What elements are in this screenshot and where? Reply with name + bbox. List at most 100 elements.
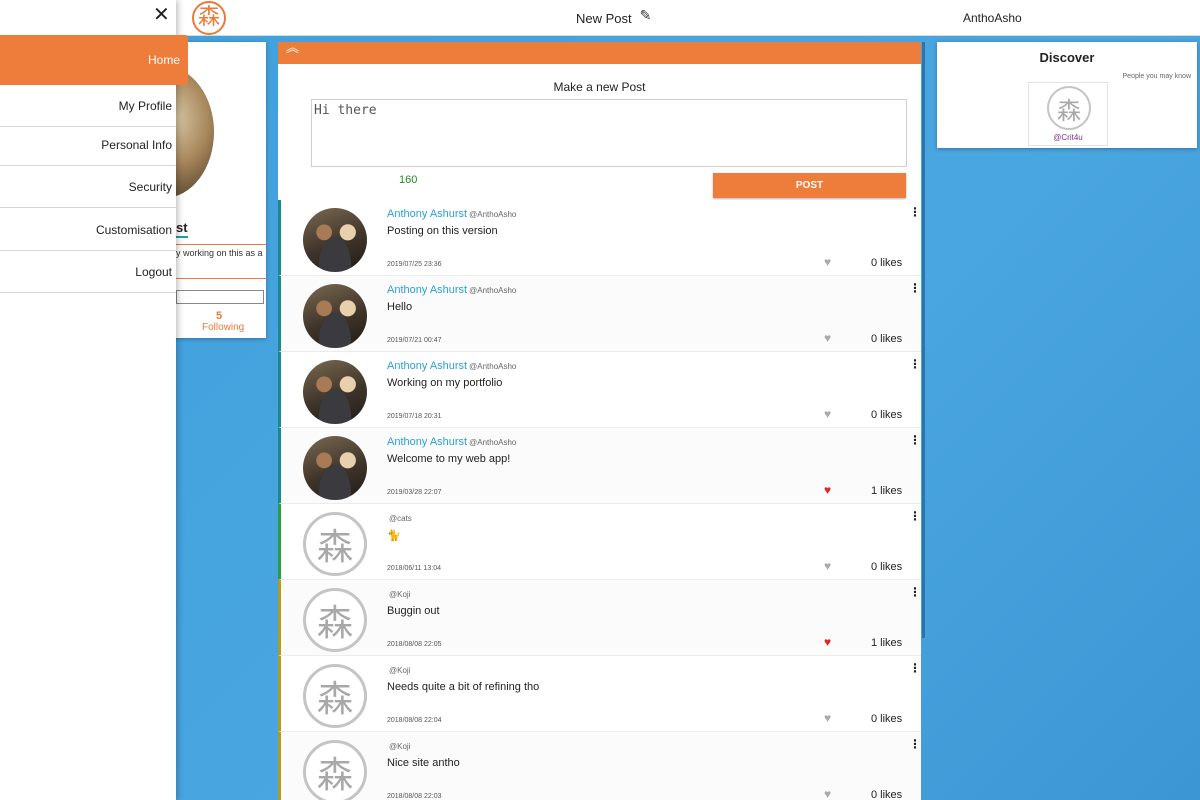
post-author[interactable]: Anthony Ashurst @AnthoAsho	[387, 284, 516, 296]
post-button[interactable]: POST	[713, 173, 906, 198]
post-author[interactable]: @cats	[387, 512, 412, 524]
post-author-handle[interactable]: @AnthoAsho	[469, 286, 516, 295]
post-author[interactable]: @Koji	[387, 588, 410, 600]
feed-panel: ︽ Make a new Post Hi there 160 POST Anth…	[278, 42, 921, 800]
post-item: Anthony Ashurst @AnthoAsho Hello 2019/07/21…	[278, 276, 921, 352]
post-author-name[interactable]: Anthony Ashurst	[387, 436, 467, 448]
post-date: 2019/07/21 00:47	[387, 337, 442, 344]
post-date: 2018/08/08 22:04	[387, 717, 442, 724]
following-label[interactable]: Following	[202, 322, 244, 333]
new-post-button[interactable]: New Post ✎	[576, 7, 652, 27]
more-options-icon[interactable]: ⋮	[909, 737, 921, 751]
post-item: Anthony Ashurst @AnthoAsho Posting on this…	[278, 200, 921, 276]
post-author[interactable]: @Koji	[387, 740, 410, 752]
heart-icon[interactable]: ♥	[824, 483, 831, 497]
post-text: Hello	[387, 301, 413, 313]
post-avatar[interactable]: 森	[303, 512, 367, 576]
post-author-name[interactable]: Anthony Ashurst	[387, 284, 467, 296]
logo-icon[interactable]: 森	[192, 1, 226, 35]
heart-icon[interactable]: ♥	[824, 635, 831, 649]
post-likes: 0 likes	[871, 561, 903, 573]
following-count[interactable]: 5	[216, 310, 222, 322]
post-item: 森 @cats 🐈 2018/06/11 13:04 ♥ 0 likes ⋮	[278, 504, 921, 580]
divider	[176, 244, 266, 245]
more-options-icon[interactable]: ⋮	[909, 357, 921, 371]
post-text: Working on my portfolio	[387, 377, 503, 389]
post-avatar[interactable]	[303, 208, 367, 272]
heart-icon[interactable]: ♥	[824, 787, 831, 800]
post-likes: 0 likes	[871, 789, 903, 800]
post-item: 森 @Koji Buggin out 2018/08/08 22:05 ♥ 1 likes…	[278, 580, 921, 656]
post-date: 2018/06/11 13:04	[387, 565, 441, 572]
post-avatar[interactable]	[303, 436, 367, 500]
new-post-label: New Post	[576, 11, 632, 26]
drawer-item-security[interactable]: Security	[0, 166, 176, 208]
post-author-handle[interactable]: @AnthoAsho	[469, 362, 516, 371]
post-text: Nice site antho	[387, 757, 460, 769]
post-likes: 0 likes	[871, 333, 903, 345]
post-avatar[interactable]	[303, 284, 367, 348]
discover-panel: Discover People you may know 森 @Crit4u	[937, 42, 1197, 148]
post-text: 🐈	[387, 530, 401, 542]
drawer-item-logout[interactable]: Logout	[0, 251, 176, 293]
post-author[interactable]: @Koji	[387, 664, 410, 676]
post-date: 2019/07/25 23:36	[387, 261, 442, 268]
post-author-handle[interactable]: @Koji	[389, 590, 410, 599]
drawer-item-home[interactable]: Home	[0, 35, 188, 85]
more-options-icon[interactable]: ⋮	[909, 205, 921, 219]
feed-scrollbar[interactable]	[922, 42, 925, 638]
post-item: 森 @Koji Nice site antho 2018/08/08 22:03 ♥ 0 …	[278, 732, 921, 800]
post-author-handle[interactable]: @AnthoAsho	[469, 210, 516, 219]
discover-subtitle: People you may know	[1122, 73, 1191, 80]
post-textarea[interactable]: Hi there	[311, 99, 907, 167]
post-item: 森 @Koji Needs quite a bit of refining tho 2…	[278, 656, 921, 732]
post-author[interactable]: Anthony Ashurst @AnthoAsho	[387, 208, 516, 220]
heart-icon[interactable]: ♥	[824, 559, 831, 573]
drawer-item-customisation[interactable]: Customisation	[0, 209, 176, 251]
close-icon[interactable]: ✕	[153, 2, 170, 27]
post-text: Buggin out	[387, 605, 440, 617]
drawer-item-my-profile[interactable]: My Profile	[0, 85, 176, 127]
post-author-handle[interactable]: @AnthoAsho	[469, 438, 516, 447]
post-avatar[interactable]: 森	[303, 740, 367, 800]
post-list: Anthony Ashurst @AnthoAsho Posting on this…	[278, 200, 921, 800]
pencil-icon: ✎	[639, 7, 652, 23]
post-item: Anthony Ashurst @AnthoAsho Working on my p…	[278, 352, 921, 428]
discover-title: Discover	[1039, 50, 1095, 65]
more-options-icon[interactable]: ⋮	[909, 433, 921, 447]
heart-icon[interactable]: ♥	[824, 255, 831, 269]
post-author-handle[interactable]: @cats	[389, 514, 412, 523]
more-options-icon[interactable]: ⋮	[909, 509, 921, 523]
post-author-handle[interactable]: @Koji	[389, 742, 410, 751]
username-label[interactable]: AnthoAsho	[963, 11, 1022, 25]
post-author[interactable]: Anthony Ashurst @AnthoAsho	[387, 436, 516, 448]
composer-title: Make a new Post	[553, 80, 646, 94]
collapse-up-icon[interactable]: ︽	[286, 42, 299, 54]
drawer-item-personal-info[interactable]: Personal Info	[0, 124, 176, 166]
post-avatar[interactable]: 森	[303, 664, 367, 728]
post-composer: Make a new Post Hi there 160 POST	[278, 64, 921, 222]
suggested-user-handle[interactable]: @Crit4u	[1029, 133, 1107, 142]
post-author-handle[interactable]: @Koji	[389, 666, 410, 675]
post-text: Needs quite a bit of refining tho	[387, 681, 540, 693]
profile-input[interactable]	[176, 290, 264, 304]
post-author[interactable]: Anthony Ashurst @AnthoAsho	[387, 360, 516, 372]
char-counter: 160	[399, 174, 418, 186]
post-likes: 1 likes	[871, 637, 903, 649]
more-options-icon[interactable]: ⋮	[909, 585, 921, 599]
post-text: Welcome to my web app!	[387, 453, 511, 465]
post-author-name[interactable]: Anthony Ashurst	[387, 360, 467, 372]
more-options-icon[interactable]: ⋮	[909, 281, 921, 295]
post-author-name[interactable]: Anthony Ashurst	[387, 208, 467, 220]
heart-icon[interactable]: ♥	[824, 331, 831, 345]
divider	[176, 278, 266, 279]
heart-icon[interactable]: ♥	[824, 407, 831, 421]
suggested-user-card[interactable]: 森 @Crit4u	[1028, 82, 1108, 146]
more-options-icon[interactable]: ⋮	[909, 661, 921, 675]
post-date: 2019/03/28 22:07	[387, 489, 442, 496]
post-likes: 0 likes	[871, 713, 903, 725]
post-avatar[interactable]	[303, 360, 367, 424]
post-avatar[interactable]: 森	[303, 588, 367, 652]
heart-icon[interactable]: ♥	[824, 711, 831, 725]
post-date: 2019/07/18 20:31	[387, 413, 442, 420]
